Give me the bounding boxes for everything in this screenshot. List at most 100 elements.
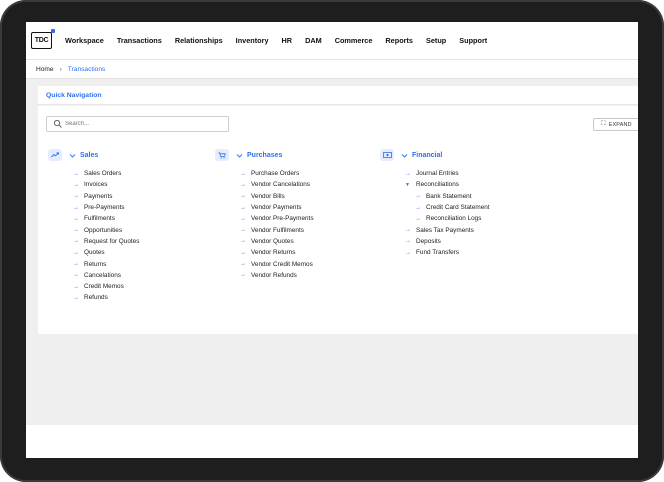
list-item[interactable]: → Refunds <box>73 292 139 303</box>
list-item[interactable]: → Vendor Refunds <box>240 270 314 281</box>
breadcrumb: Home › Transactions <box>26 60 638 79</box>
list-item[interactable]: → Vendor Returns <box>240 247 314 258</box>
list-item[interactable]: → Fulfilments <box>73 213 139 224</box>
arrow-right-icon: → <box>240 261 246 268</box>
nav-item-inventory[interactable]: Inventory <box>236 36 269 45</box>
arrow-right-icon: → <box>73 227 79 234</box>
arrow-right-icon: → <box>73 193 79 200</box>
column-financial-header[interactable]: Financial <box>380 148 490 162</box>
list-item[interactable]: → Vendor Bills <box>240 191 314 202</box>
arrow-right-icon: → <box>73 215 79 222</box>
sub-list-item-label: Reconciliation Logs <box>426 215 482 223</box>
list-item[interactable]: → Request for Quotes <box>73 236 139 247</box>
list-item[interactable]: → Vendor Fulfilments <box>240 224 314 235</box>
arrow-right-icon: → <box>240 181 246 188</box>
list-item[interactable]: → Deposits <box>405 236 490 247</box>
footer-area <box>26 425 638 458</box>
list-item-label: Journal Entries <box>416 170 459 178</box>
breadcrumb-home[interactable]: Home <box>36 66 54 73</box>
column-purchases: Purchases → Purchase Orders → Vendor Cancel… <box>215 148 314 281</box>
arrow-right-icon: → <box>240 204 246 211</box>
list-item[interactable]: → Returns <box>73 258 139 269</box>
trending-up-icon <box>48 149 62 161</box>
list-item[interactable]: → Pre-Payments <box>73 202 139 213</box>
main-menu: Workspace Transactions Relationships Invent… <box>65 36 500 45</box>
column-title: Sales <box>80 151 99 159</box>
nav-item-reports[interactable]: Reports <box>385 36 413 45</box>
sub-list-item[interactable]: → Bank Statement <box>415 191 490 202</box>
arrow-right-icon: → <box>73 181 79 188</box>
list-item[interactable]: → Vendor Cancelations <box>240 179 314 190</box>
expand-button[interactable]: ⛶ EXPAND <box>593 118 638 131</box>
arrow-right-icon: → <box>405 238 411 245</box>
search-box[interactable] <box>46 116 229 132</box>
list-item[interactable]: → Vendor Pre-Payments <box>240 213 314 224</box>
list-item[interactable]: → Vendor Quotes <box>240 236 314 247</box>
logo-text: TDC <box>34 37 49 44</box>
list-item-label: Credit Memos <box>84 283 124 291</box>
list-item[interactable]: → Payments <box>73 191 139 202</box>
arrow-right-icon: → <box>73 170 79 177</box>
list-item[interactable]: → Vendor Credit Memos <box>240 258 314 269</box>
nav-item-workspace[interactable]: Workspace <box>65 36 104 45</box>
nav-item-setup[interactable]: Setup <box>426 36 446 45</box>
quick-navigation-header: Quick Navigation <box>38 86 638 105</box>
arrow-right-icon: → <box>73 238 79 245</box>
chevron-down-icon <box>69 153 76 158</box>
logo-dot <box>51 29 55 33</box>
list-item-label: Vendor Pre-Payments <box>251 215 314 223</box>
list-item[interactable]: → Invoices <box>73 179 139 190</box>
arrow-right-icon: → <box>240 227 246 234</box>
list-item-label: Purchase Orders <box>251 170 300 178</box>
list-item-label: Vendor Credit Memos <box>251 260 313 268</box>
top-navigation-bar: TDC Workspace Transactions Relationships In… <box>26 22 638 60</box>
arrow-right-icon: → <box>415 204 421 211</box>
list-item[interactable]: → Sales Tax Payments <box>405 224 490 235</box>
purchases-links: → Purchase Orders → Vendor Cancelations → Ven… <box>240 168 314 281</box>
cart-icon <box>215 149 229 161</box>
list-item[interactable]: → Journal Entries <box>405 168 490 179</box>
list-item[interactable]: → Fund Transfers <box>405 247 490 258</box>
nav-item-hr[interactable]: HR <box>282 36 293 45</box>
list-item-label: Opportunities <box>84 226 123 234</box>
breadcrumb-current[interactable]: Transactions <box>68 66 106 73</box>
sub-list-item[interactable]: → Reconciliation Logs <box>415 213 490 224</box>
list-item-label: Cancelations <box>84 271 121 279</box>
chevron-down-icon <box>236 153 243 158</box>
nav-item-transactions[interactable]: Transactions <box>117 36 162 45</box>
list-item[interactable]: ▼ Reconciliations <box>405 179 490 190</box>
list-item-label: Payments <box>84 192 113 200</box>
list-item[interactable]: → Quotes <box>73 247 139 258</box>
financial-links: → Journal Entries ▼ Reconciliations → Bank St… <box>405 168 490 258</box>
arrow-right-icon: → <box>405 170 411 177</box>
list-item[interactable]: → Vendor Payments <box>240 202 314 213</box>
nav-item-dam[interactable]: DAM <box>305 36 322 45</box>
app-logo[interactable]: TDC <box>31 29 55 49</box>
list-item[interactable]: → Opportunities <box>73 224 139 235</box>
arrow-right-icon: → <box>73 272 79 279</box>
quick-navigation-title[interactable]: Quick Navigation <box>46 92 102 99</box>
app-screen: TDC Workspace Transactions Relationships In… <box>26 22 638 458</box>
arrow-right-icon: → <box>240 238 246 245</box>
nav-item-relationships[interactable]: Relationships <box>175 36 223 45</box>
money-icon <box>380 149 394 161</box>
list-item[interactable]: → Purchase Orders <box>240 168 314 179</box>
list-item-label: Invoices <box>84 181 108 189</box>
arrow-right-icon: → <box>73 249 79 256</box>
list-item-label: Vendor Fulfilments <box>251 226 304 234</box>
column-title: Financial <box>412 151 443 159</box>
nav-item-support[interactable]: Support <box>459 36 487 45</box>
column-title: Purchases <box>247 151 283 159</box>
list-item[interactable]: → Cancelations <box>73 270 139 281</box>
search-input[interactable] <box>63 121 215 127</box>
expand-icon: ⛶ <box>601 121 606 127</box>
nav-item-commerce[interactable]: Commerce <box>335 36 373 45</box>
list-item[interactable]: → Sales Orders <box>73 168 139 179</box>
sales-links: → Sales Orders → Invoices → Payments → Pre-Paym… <box>73 168 139 304</box>
sub-list-item[interactable]: → Credit Card Statement <box>415 202 490 213</box>
column-purchases-header[interactable]: Purchases <box>215 148 314 162</box>
list-item-label: Fund Transfers <box>416 249 459 257</box>
column-sales-header[interactable]: Sales <box>48 148 139 162</box>
list-item-label: Fulfilments <box>84 215 115 223</box>
list-item[interactable]: → Credit Memos <box>73 281 139 292</box>
